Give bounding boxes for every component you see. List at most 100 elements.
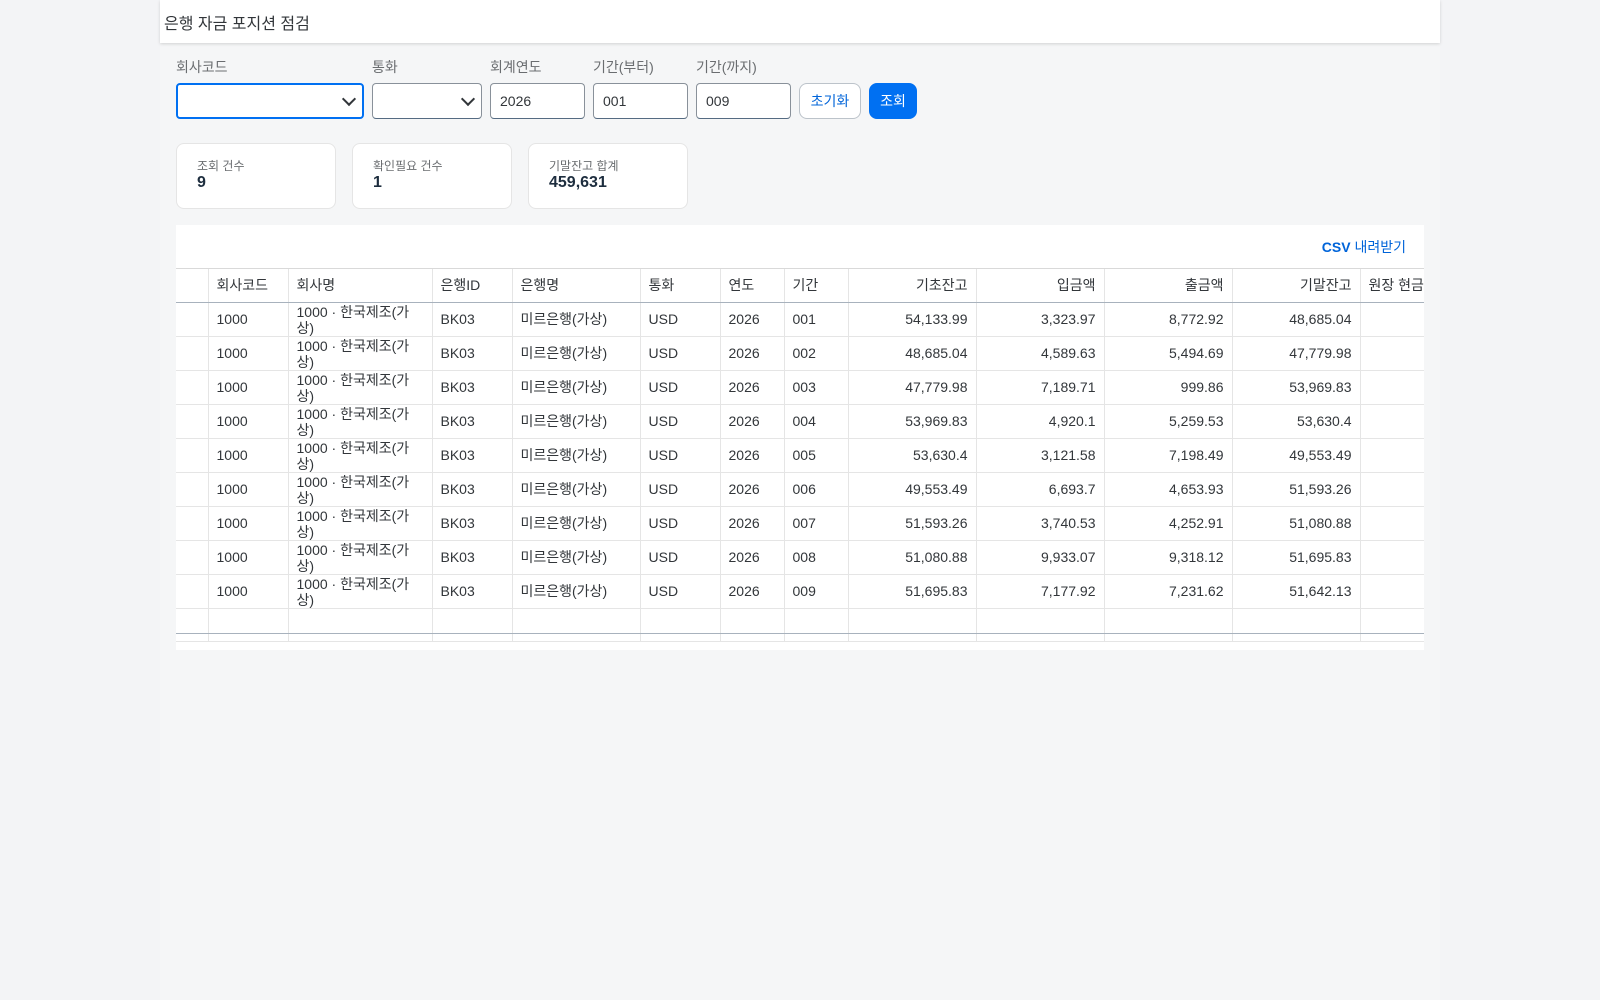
table-cell: 005 xyxy=(784,438,849,473)
table-cell xyxy=(1360,404,1424,439)
table-cell: 1000 xyxy=(208,574,289,609)
table-cell: 미르은행(가상) xyxy=(512,540,641,575)
column-header-company-code-column[interactable]: 회사코드 xyxy=(208,269,289,303)
empty-cell xyxy=(720,608,785,642)
table-cell: 5 xyxy=(1360,472,1424,507)
search-button[interactable]: 조회 xyxy=(869,83,917,119)
table-bottom-border xyxy=(176,633,1424,634)
company-code-select[interactable] xyxy=(176,83,364,119)
table-cell: BK03 xyxy=(432,472,513,507)
table-row[interactable]: 1000 1000 · 한국제조(가상) BK03 미르은행(가상) USD 2026 00… xyxy=(176,438,1424,473)
table-cell: 4 xyxy=(1360,302,1424,337)
table-cell: 8,772.92 xyxy=(1104,302,1233,337)
column-header-deposit-column[interactable]: 입금액 xyxy=(976,269,1105,303)
table-toolbar: CSV 내려받기 xyxy=(176,225,1424,269)
empty-cell xyxy=(208,608,289,642)
table-cell: 2026 xyxy=(720,404,785,439)
table-cell: 4,920.1 xyxy=(976,404,1105,439)
reset-button[interactable]: 초기화 xyxy=(799,83,861,119)
table-cell: 001 xyxy=(784,302,849,337)
table-row[interactable]: 1000 1000 · 한국제조(가상) BK03 미르은행(가상) USD 2026 00… xyxy=(176,336,1424,371)
column-header-opening-balance-column[interactable]: 기초잔고 xyxy=(848,269,977,303)
company-code-filter: 회사코드 xyxy=(176,58,364,119)
table-cell xyxy=(176,302,209,337)
empty-cell xyxy=(288,608,433,642)
table-row[interactable]: 1000 1000 · 한국제조(가상) BK03 미르은행(가상) USD 2026 00… xyxy=(176,472,1424,507)
column-header-ledger-cash-column[interactable]: 원장 현금 xyxy=(1360,269,1424,303)
kpi-cards: 조회 건수 9 확인필요 건수 1 기말잔고 합계 459,631 xyxy=(176,143,704,209)
table-cell: USD xyxy=(640,404,721,439)
fiscal-year-label: 회계연도 xyxy=(490,59,542,75)
table-cell: 1000 xyxy=(208,370,289,405)
table-row[interactable]: 1000 1000 · 한국제조(가상) BK03 미르은행(가상) USD 2026 00… xyxy=(176,370,1424,405)
table-cell: 5,259.53 xyxy=(1104,404,1233,439)
table-cell: 1000 xyxy=(208,404,289,439)
period-from-value: 001 xyxy=(603,93,627,109)
empty-table-row xyxy=(176,608,1424,642)
table-cell: 51,080.88 xyxy=(1232,506,1361,541)
table-cell: 미르은행(가상) xyxy=(512,370,641,405)
table-row[interactable]: 1000 1000 · 한국제조(가상) BK03 미르은행(가상) USD 2026 00… xyxy=(176,302,1424,337)
table-cell: 4,252.91 xyxy=(1104,506,1233,541)
table-cell xyxy=(176,540,209,575)
table-cell: 9,318.12 xyxy=(1104,540,1233,575)
fiscal-year-input[interactable]: 2026 xyxy=(490,83,585,119)
table-cell: 미르은행(가상) xyxy=(512,574,641,609)
period-from-input[interactable]: 001 xyxy=(593,83,688,119)
table-cell: 2026 xyxy=(720,370,785,405)
csv-link-bold: CSV xyxy=(1321,238,1351,255)
table-row[interactable]: 1000 1000 · 한국제조(가상) BK03 미르은행(가상) USD 2026 00… xyxy=(176,404,1424,439)
column-header-bank-id-column[interactable]: 은행ID xyxy=(432,269,513,303)
table-cell: 1000 · 한국제조(가상) xyxy=(288,540,433,575)
table-cell: 006 xyxy=(784,472,849,507)
table-cell: 1000 xyxy=(208,472,289,507)
table-cell: 4 xyxy=(1360,438,1424,473)
csv-download-link[interactable]: CSV 내려받기 xyxy=(1322,237,1406,257)
table-cell: 미르은행(가상) xyxy=(512,506,641,541)
table-cell: 48,685.04 xyxy=(1232,302,1361,337)
column-header-closing-balance-column[interactable]: 기말잔고 xyxy=(1232,269,1361,303)
currency-select[interactable] xyxy=(372,83,482,119)
empty-cell xyxy=(432,608,513,642)
period-to-input[interactable]: 009 xyxy=(696,83,791,119)
table-cell xyxy=(176,336,209,371)
column-header-withdrawal-column[interactable]: 출금액 xyxy=(1104,269,1233,303)
table-cell: 1000 · 한국제조(가상) xyxy=(288,370,433,405)
table-cell: BK03 xyxy=(432,506,513,541)
table-cell: USD xyxy=(640,574,721,609)
column-header-select-column[interactable] xyxy=(176,269,209,303)
column-header-currency-column[interactable]: 통화 xyxy=(640,269,721,303)
table-cell: 49,553.49 xyxy=(1232,438,1361,473)
table-row[interactable]: 1000 1000 · 한국제조(가상) BK03 미르은행(가상) USD 2026 00… xyxy=(176,574,1424,609)
column-header-year-column[interactable]: 연도 xyxy=(720,269,785,303)
table-row[interactable]: 1000 1000 · 한국제조(가상) BK03 미르은행(가상) USD 2026 00… xyxy=(176,540,1424,575)
column-header-company-name-column[interactable]: 회사명 xyxy=(288,269,433,303)
result-table-panel: CSV 내려받기 회사코드 회사명 은행ID 은행명 통화 연도 기간 기초잔고 입금액 출금액 기… xyxy=(176,225,1424,650)
table-cell: USD xyxy=(640,302,721,337)
table-cell: 007 xyxy=(784,506,849,541)
empty-cell xyxy=(512,608,641,642)
period-from-label: 기간(부터) xyxy=(593,59,654,75)
column-header-bank-name-column[interactable]: 은행명 xyxy=(512,269,641,303)
table-cell: 1000 xyxy=(208,336,289,371)
empty-cell xyxy=(1232,608,1361,642)
table-cell: 53,630.4 xyxy=(848,438,977,473)
period-to-label: 기간(까지) xyxy=(696,59,757,75)
table-cell: 5 xyxy=(1360,540,1424,575)
table-cell: 1000 · 한국제조(가상) xyxy=(288,404,433,439)
table-row[interactable]: 1000 1000 · 한국제조(가상) BK03 미르은행(가상) USD 2026 00… xyxy=(176,506,1424,541)
filter-bar: 회사코드 통화 회계연도 2026 기간(부터) 001 기간(까지) 009 … xyxy=(176,58,925,119)
table-cell: 5,494.69 xyxy=(1104,336,1233,371)
table-body: 1000 1000 · 한국제조(가상) BK03 미르은행(가상) USD 2026 00… xyxy=(176,302,1424,642)
table-cell: 6,693.7 xyxy=(976,472,1105,507)
table-cell: 4,589.63 xyxy=(976,336,1105,371)
kpi-label: 기말잔고 합계 xyxy=(549,159,619,173)
table-cell: 002 xyxy=(784,336,849,371)
column-header-period-column[interactable]: 기간 xyxy=(784,269,849,303)
table-cell: 미르은행(가상) xyxy=(512,438,641,473)
kpi-label: 확인필요 건수 xyxy=(373,159,443,173)
table-header-row: 회사코드 회사명 은행ID 은행명 통화 연도 기간 기초잔고 입금액 출금액 기말잔고 원장 현금 xyxy=(176,269,1424,303)
result-table: 회사코드 회사명 은행ID 은행명 통화 연도 기간 기초잔고 입금액 출금액 기말잔고 원장 현금 … xyxy=(176,269,1424,642)
table-cell: 51,593.26 xyxy=(1232,472,1361,507)
empty-cell xyxy=(1360,608,1424,642)
